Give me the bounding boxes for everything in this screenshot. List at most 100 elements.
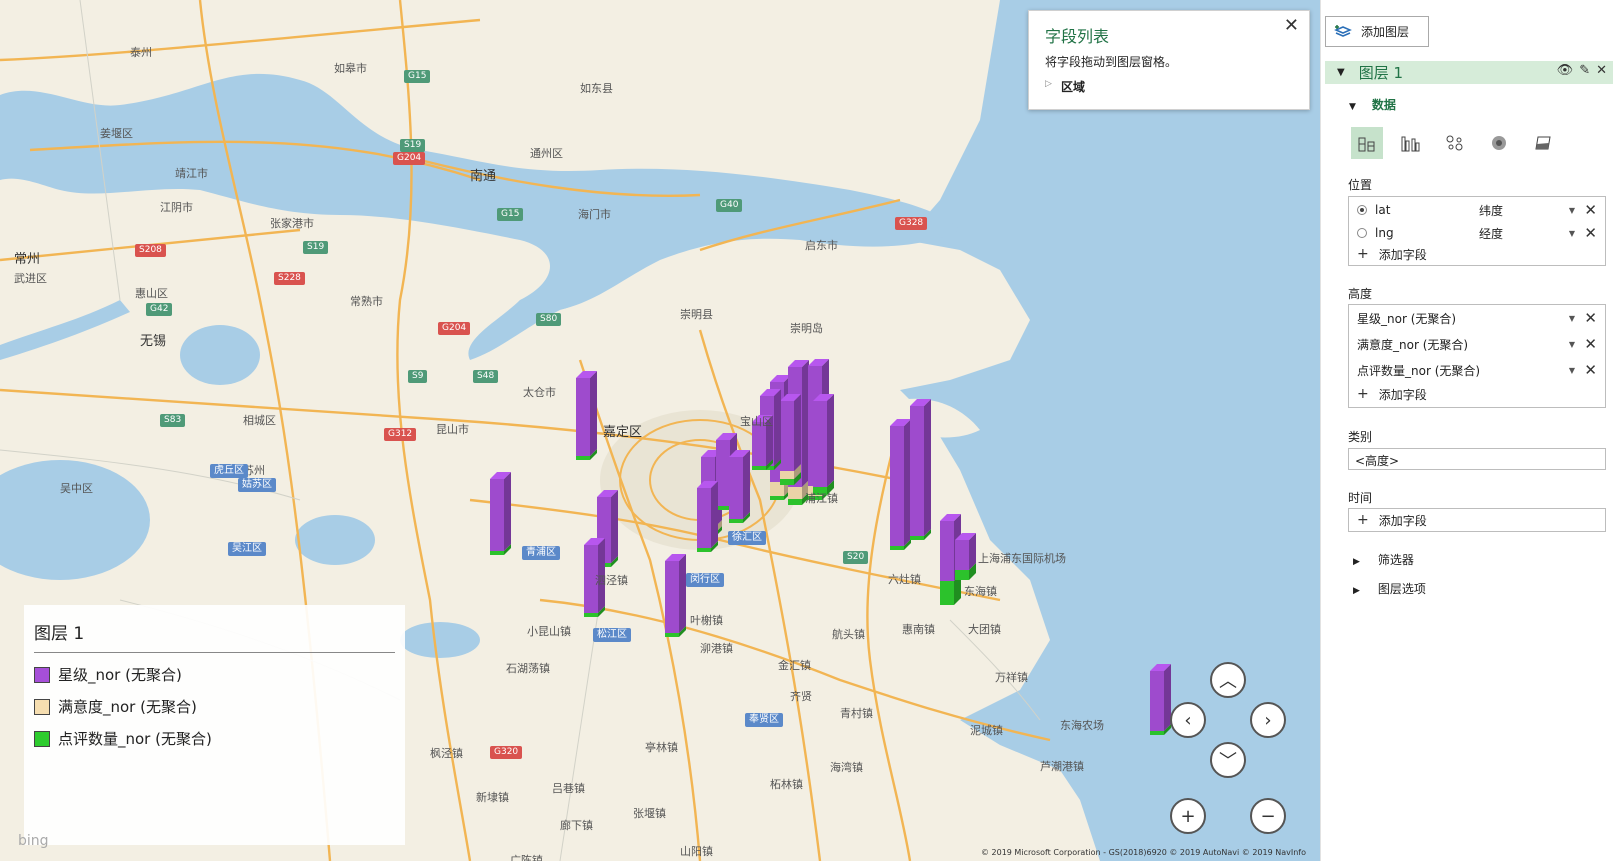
layer-options-section-header[interactable]: ▶ 图层选项 xyxy=(1353,580,1426,597)
place-label: 吕巷镇 xyxy=(552,782,585,795)
map-canvas[interactable]: 泰州 如皋市 如东县 姜堰区 靖江市 南通 通州区 江阴市 海门市 启东市 张家港市 常州 武进区 惠山区… xyxy=(0,0,1320,861)
remove-field-icon[interactable]: ✕ xyxy=(1584,309,1597,327)
bar-front xyxy=(665,561,679,633)
bar-side xyxy=(611,490,618,563)
rotate-left-button[interactable]: ‹ xyxy=(1170,702,1206,738)
dropdown-icon[interactable]: ▼ xyxy=(1569,314,1575,323)
road-shield: G204 xyxy=(438,322,471,335)
collapse-triangle-icon[interactable]: ▼ xyxy=(1337,67,1345,78)
category-field[interactable]: <高度> xyxy=(1348,448,1606,470)
tilt-up-button[interactable]: ︿ xyxy=(1210,662,1246,698)
place-label: 南通 xyxy=(470,169,497,184)
height-field-box[interactable]: 星级_nor (无聚合) ▼ ✕ 满意度_nor (无聚合) ▼ ✕ 点评数量_… xyxy=(1348,304,1606,408)
clustered-column-button[interactable] xyxy=(1395,127,1427,159)
rotate-right-button[interactable]: › xyxy=(1250,702,1286,738)
plus-icon: + xyxy=(1357,512,1369,528)
place-label: 昆山市 xyxy=(436,423,469,436)
place-label: 吴中区 xyxy=(60,482,93,495)
height-field-row[interactable]: 星级_nor (无聚合) ▼ ✕ xyxy=(1349,305,1605,331)
dropdown-icon[interactable]: ▼ xyxy=(1569,229,1575,238)
road-shield: S80 xyxy=(536,313,562,326)
place-label: 东海镇 xyxy=(964,585,997,598)
zoom-in-button[interactable]: + xyxy=(1170,798,1206,834)
bar-front xyxy=(780,471,794,479)
data-section-header[interactable]: ▼ 数据 xyxy=(1349,96,1396,113)
bar-side xyxy=(711,481,718,548)
remove-field-icon[interactable]: ✕ xyxy=(1584,361,1597,379)
place-label: 海湾镇 xyxy=(830,761,863,774)
add-layer-icon xyxy=(1334,24,1352,40)
stacked-column-button[interactable] xyxy=(1351,127,1383,159)
position-field-row[interactable]: lng 经度 ▼ ✕ xyxy=(1349,223,1605,243)
height-field-row[interactable]: 满意度_nor (无聚合) ▼ ✕ xyxy=(1349,331,1605,357)
add-field-label: 添加字段 xyxy=(1378,247,1427,262)
place-label: 姜堰区 xyxy=(100,127,133,140)
bar-side xyxy=(504,472,511,551)
position-field-row[interactable]: lat 纬度 ▼ ✕ xyxy=(1349,197,1605,223)
minus-icon: − xyxy=(1260,805,1276,827)
dropdown-icon[interactable]: ▼ xyxy=(1569,206,1575,215)
bar-front xyxy=(584,613,598,617)
radio-selected-icon[interactable] xyxy=(1357,205,1367,215)
position-label: 位置 xyxy=(1348,178,1373,192)
place-label: 通州区 xyxy=(530,147,563,160)
bubble-button[interactable] xyxy=(1439,127,1471,159)
bar-side xyxy=(743,450,750,519)
visualization-type-toolbar xyxy=(1351,127,1559,159)
expand-triangle-icon[interactable]: ▷ xyxy=(1045,79,1052,89)
place-label: 崇明县 xyxy=(680,308,713,321)
bar-front xyxy=(576,378,590,456)
map-copyright: © 2019 Microsoft Corporation - GS(2018)6… xyxy=(980,848,1306,857)
bar-front xyxy=(490,551,504,555)
place-label: 江阴市 xyxy=(160,201,193,214)
chevron-down-icon: ﹀ xyxy=(1219,751,1237,772)
add-field-button[interactable]: + 添加字段 xyxy=(1349,243,1605,265)
remove-field-icon[interactable]: ✕ xyxy=(1584,224,1597,242)
field-name: lng xyxy=(1375,226,1394,240)
field-name: 星级_nor (无聚合) xyxy=(1357,311,1457,326)
field-role[interactable]: 纬度 xyxy=(1479,202,1503,219)
field-list-title: 字段列表 xyxy=(1045,27,1110,46)
zoom-out-button[interactable]: − xyxy=(1250,798,1286,834)
bar-front xyxy=(813,401,827,487)
place-label: 启东市 xyxy=(805,239,838,252)
legend[interactable]: 图层 1 星级_nor (无聚合) 满意度_nor (无聚合) 点评数量_nor… xyxy=(24,605,405,845)
delete-icon[interactable]: ✕ xyxy=(1596,63,1607,78)
collapse-triangle-icon: ▼ xyxy=(1349,102,1356,112)
height-field-row[interactable]: 点评数量_nor (无聚合) ▼ ✕ xyxy=(1349,357,1605,383)
place-label: 万祥镇 xyxy=(995,671,1028,684)
place-label: 太仓市 xyxy=(523,386,556,399)
pencil-icon[interactable]: ✎ xyxy=(1579,63,1590,78)
field-list-item-label: 区域 xyxy=(1061,80,1086,94)
position-field-box[interactable]: lat 纬度 ▼ ✕ lng 经度 ▼ ✕ + 添加字段 xyxy=(1348,196,1606,266)
district-label: 姑苏区 xyxy=(238,478,276,492)
time-field-box[interactable]: + 添加字段 xyxy=(1348,508,1606,532)
chevron-right-icon: › xyxy=(1264,709,1272,731)
bar-side xyxy=(590,371,597,456)
heat-map-button[interactable] xyxy=(1483,127,1515,159)
field-list-item-region[interactable]: ▷ 区域 xyxy=(1045,78,1293,95)
dropdown-icon[interactable]: ▼ xyxy=(1569,366,1575,375)
eye-icon[interactable]: 👁 xyxy=(1557,63,1574,78)
layer-name[interactable]: 图层 1 xyxy=(1359,62,1403,83)
remove-field-icon[interactable]: ✕ xyxy=(1584,201,1597,219)
radio-icon[interactable] xyxy=(1357,228,1367,238)
bar-front xyxy=(910,406,924,536)
add-layer-button[interactable]: 添加图层 xyxy=(1325,16,1429,47)
place-label: 惠山区 xyxy=(135,287,168,300)
field-name: 满意度_nor (无聚合) xyxy=(1357,337,1469,352)
add-field-button[interactable]: + 添加字段 xyxy=(1349,509,1605,531)
dropdown-icon[interactable]: ▼ xyxy=(1569,340,1575,349)
filters-section-header[interactable]: ▶ 筛选器 xyxy=(1353,551,1414,568)
field-name: lat xyxy=(1375,203,1391,217)
place-label: 叶榭镇 xyxy=(690,614,723,627)
region-button[interactable] xyxy=(1527,127,1559,159)
add-field-button[interactable]: + 添加字段 xyxy=(1349,383,1605,405)
tilt-down-button[interactable]: ﹀ xyxy=(1210,742,1246,778)
field-role[interactable]: 经度 xyxy=(1479,225,1503,242)
remove-field-icon[interactable]: ✕ xyxy=(1584,335,1597,353)
stacked-column-icon xyxy=(1358,137,1375,152)
layer-header[interactable]: ▼ 图层 1 👁 ✎ ✕ xyxy=(1325,61,1613,84)
bar-side xyxy=(904,419,911,546)
close-icon[interactable]: ✕ xyxy=(1284,15,1299,36)
